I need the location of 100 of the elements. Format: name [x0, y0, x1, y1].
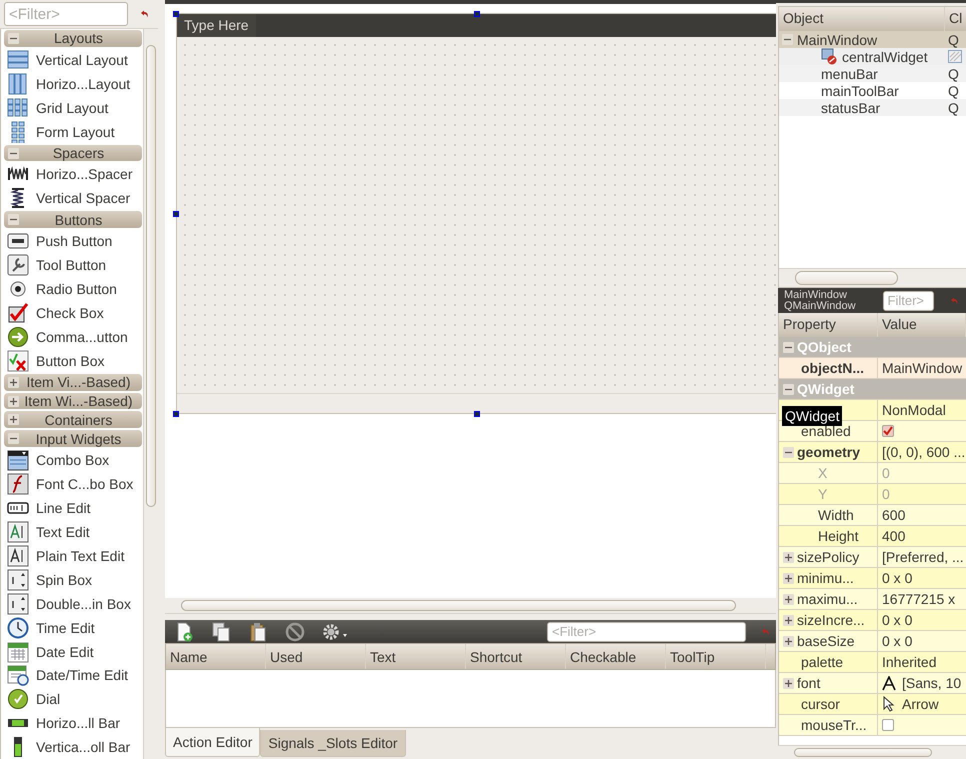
widget-item[interactable]: Vertica...oll Bar: [36, 739, 130, 756]
widget-item[interactable]: Vertical Spacer: [36, 190, 130, 206]
selection-handle[interactable]: [474, 411, 480, 417]
checkbox[interactable]: [882, 719, 894, 731]
widget-item[interactable]: Horizo...Layout: [36, 76, 130, 92]
column-header[interactable]: Shortcut: [466, 644, 566, 669]
widget-item[interactable]: Tool Button: [36, 257, 106, 274]
checkbox[interactable]: [882, 425, 894, 437]
category-header[interactable]: Buttons: [4, 211, 142, 228]
object-name[interactable]: mainToolBar: [821, 82, 899, 98]
category-header[interactable]: Item Wi...-Based): [4, 392, 142, 410]
reset-icon[interactable]: [140, 10, 149, 18]
property-value[interactable]: [Sans, 10: [902, 675, 962, 691]
widget-item[interactable]: Font C...bo Box: [36, 476, 134, 492]
collapse-icon[interactable]: [8, 148, 19, 158]
expand-icon[interactable]: [783, 614, 794, 626]
widget-item[interactable]: Date/Time Edit: [36, 667, 128, 684]
font-box-icon: [7, 473, 29, 496]
widget-item[interactable]: Date Edit: [36, 644, 94, 660]
widget-item[interactable]: Push Button: [36, 233, 112, 250]
expand-icon[interactable]: [8, 396, 19, 407]
calendar-clock-icon: [7, 664, 29, 686]
scrollbar[interactable]: [165, 598, 776, 614]
widget-item[interactable]: Line Edit: [36, 500, 90, 516]
expand-icon[interactable]: [8, 414, 19, 426]
property-value[interactable]: 600: [882, 507, 906, 523]
expand-icon[interactable]: [783, 552, 794, 562]
widget-item[interactable]: Form Layout: [36, 124, 115, 140]
expand-icon[interactable]: [783, 594, 794, 604]
object-name[interactable]: menuBar: [821, 66, 878, 82]
widget-item[interactable]: Double...in Box: [36, 596, 131, 612]
collapse-icon[interactable]: [8, 214, 19, 226]
menu-placeholder[interactable]: Type Here: [177, 14, 256, 37]
tab[interactable]: Signals _Slots Editor: [260, 730, 406, 757]
selection-handle[interactable]: [173, 411, 179, 417]
expand-icon[interactable]: [783, 678, 794, 688]
collapse-icon[interactable]: [782, 34, 793, 45]
property-name: geometry: [797, 444, 860, 460]
column-header[interactable]: Checkable: [566, 644, 666, 669]
scrollbar[interactable]: [778, 745, 966, 759]
widget-item[interactable]: Radio Button: [36, 280, 117, 297]
object-name[interactable]: MainWindow: [797, 32, 878, 48]
collapse-icon[interactable]: [8, 32, 19, 44]
widget-item[interactable]: Horizo...Spacer: [36, 166, 132, 182]
property-value[interactable]: [Preferred, ...: [882, 549, 964, 565]
widget-item[interactable]: Plain Text Edit: [36, 548, 124, 564]
widget-item[interactable]: Horizo...ll Bar: [36, 715, 120, 732]
copy-icon[interactable]: [210, 620, 232, 642]
widget-item[interactable]: Grid Layout: [36, 100, 108, 116]
widget-item[interactable]: Check Box: [36, 304, 104, 321]
class-name: Q: [948, 32, 959, 48]
property-value[interactable]: 0 x 0: [882, 633, 912, 649]
property-value[interactable]: 400: [882, 528, 906, 544]
category-header[interactable]: Layouts: [4, 30, 142, 47]
property-value[interactable]: [(0, 0), 600 ...: [882, 444, 966, 460]
collapse-icon[interactable]: [783, 342, 794, 352]
collapse-icon[interactable]: [783, 384, 794, 394]
expand-icon[interactable]: [783, 572, 794, 584]
property-name: cursor: [801, 696, 840, 712]
filter-field[interactable]: <Filter>: [547, 622, 746, 642]
filter-field[interactable]: Filter>: [882, 290, 934, 310]
widget-item[interactable]: Button Box: [36, 352, 104, 369]
widget-item[interactable]: Combo Box: [36, 452, 110, 468]
collapse-icon[interactable]: [8, 433, 19, 444]
widget-item[interactable]: Vertical Layout: [36, 52, 128, 68]
cursor-icon: [882, 696, 896, 712]
widget-item[interactable]: Spin Box: [36, 572, 92, 588]
widget-item[interactable]: Dial: [36, 691, 60, 708]
selection-handle[interactable]: [173, 211, 179, 217]
scrollbar[interactable]: [143, 29, 158, 759]
selection-handle[interactable]: [474, 11, 480, 17]
column-header[interactable]: Used: [266, 644, 366, 669]
column-header[interactable]: ToolTip: [666, 644, 766, 669]
grid-icon: [7, 96, 29, 119]
class-name: Q: [948, 100, 959, 116]
scrollbar[interactable]: [779, 268, 966, 287]
property-value[interactable]: Inherited: [882, 654, 936, 670]
tooltip: QWidget: [782, 406, 842, 426]
column-header[interactable]: Name: [166, 644, 266, 669]
category-header[interactable]: Containers: [4, 411, 142, 428]
widget-item[interactable]: Time Edit: [36, 620, 95, 636]
filter-field[interactable]: <Filter>: [4, 2, 128, 26]
property-value[interactable]: MainWindow: [882, 360, 962, 376]
widget-item[interactable]: Comma...utton: [36, 328, 128, 345]
expand-icon[interactable]: [783, 636, 794, 646]
property-value[interactable]: 16777215 x: [882, 591, 956, 607]
expand-icon[interactable]: [8, 376, 19, 388]
property-value[interactable]: 0 x 0: [882, 570, 912, 586]
category-header[interactable]: Spacers: [4, 144, 142, 162]
column-header[interactable]: Text: [366, 644, 466, 669]
category-header[interactable]: Item Vi...-Based): [4, 374, 142, 391]
object-name[interactable]: statusBar: [821, 100, 880, 116]
collapse-icon[interactable]: [783, 446, 794, 458]
tab[interactable]: Action Editor: [165, 728, 260, 757]
property-value[interactable]: 0 x 0: [882, 612, 912, 628]
selection-handle[interactable]: [173, 11, 179, 17]
property-value[interactable]: Arrow: [902, 696, 939, 712]
widget-item[interactable]: Text Edit: [36, 524, 90, 540]
no-entry-icon[interactable]: [284, 620, 306, 642]
category-header[interactable]: Input Widgets: [4, 430, 142, 448]
